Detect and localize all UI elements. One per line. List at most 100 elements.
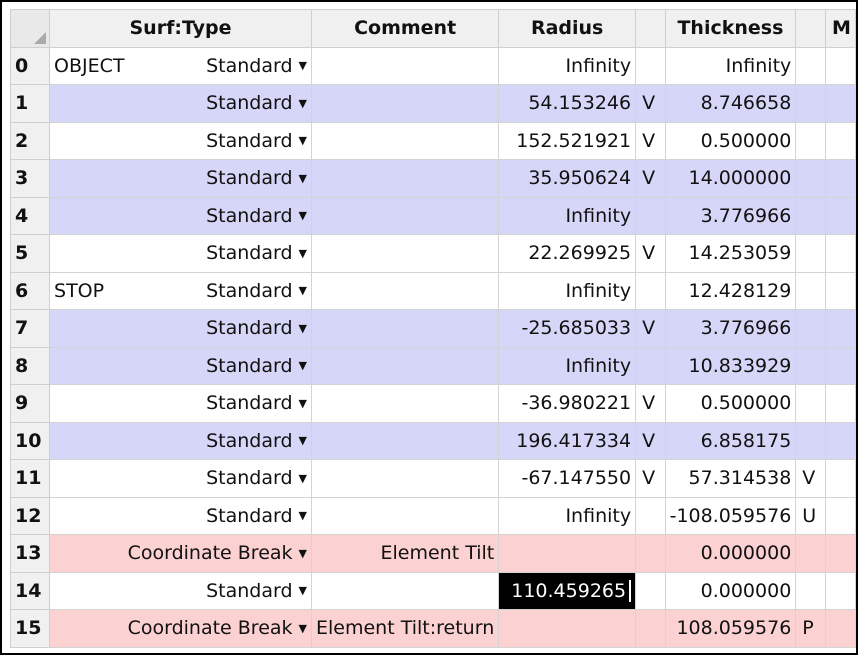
surface-type-cell[interactable]: Standard ▼	[49, 196, 313, 235]
thickness-solve-cell[interactable]	[795, 571, 826, 610]
thickness-solve-cell[interactable]	[795, 121, 826, 160]
next-column-cell[interactable]	[824, 534, 856, 573]
thickness-cell[interactable]: 3.776966	[664, 196, 797, 235]
row-number[interactable]: 7	[9, 309, 51, 348]
row-number[interactable]: 14	[9, 571, 51, 610]
comment-cell[interactable]	[311, 346, 500, 385]
radius-solve-cell[interactable]: V	[635, 421, 666, 460]
thickness-solve-cell[interactable]	[795, 309, 826, 348]
surface-row[interactable]: 9 Standard ▼ -36.980221 V 0.500000	[9, 384, 856, 423]
thickness-cell[interactable]: 57.314538	[664, 459, 797, 498]
dropdown-arrow-icon[interactable]: ▼	[299, 284, 307, 297]
surface-type-cell[interactable]: Coordinate Break ▼	[49, 534, 313, 573]
radius-solve-cell[interactable]	[635, 571, 666, 610]
comment-cell[interactable]: Element Tilt	[311, 534, 500, 573]
surface-row[interactable]: 7 Standard ▼ -25.685033 V 3.776966	[9, 309, 856, 348]
next-column-cell[interactable]	[824, 384, 856, 423]
radius-cell[interactable]: 196.417334	[498, 421, 637, 460]
radius-cell[interactable]: -67.147550	[498, 459, 637, 498]
surface-type-cell[interactable]: Standard ▼	[49, 571, 313, 610]
dropdown-arrow-icon[interactable]: ▼	[299, 622, 307, 635]
row-number[interactable]: 10	[9, 421, 51, 460]
row-number[interactable]: 8	[9, 346, 51, 385]
row-number[interactable]: 2	[9, 121, 51, 160]
surface-type-cell[interactable]: Standard ▼	[49, 159, 313, 198]
thickness-solve-cell[interactable]	[795, 46, 826, 85]
surface-type-cell[interactable]: Standard ▼	[49, 496, 313, 535]
radius-solve-cell[interactable]: V	[635, 384, 666, 423]
thickness-cell[interactable]: 10.833929	[664, 346, 797, 385]
radius-solve-cell[interactable]	[635, 496, 666, 535]
thickness-solve-cell[interactable]	[795, 271, 826, 310]
thickness-cell[interactable]: -108.059576	[664, 496, 797, 535]
row-number[interactable]: 13	[9, 534, 51, 573]
comment-cell[interactable]	[311, 84, 500, 123]
dropdown-arrow-icon[interactable]: ▼	[299, 584, 307, 597]
thickness-cell[interactable]: 3.776966	[664, 309, 797, 348]
radius-solve-cell[interactable]	[635, 609, 666, 648]
row-number[interactable]: 4	[9, 196, 51, 235]
surface-row[interactable]: 0 OBJECT Standard ▼ Infinity Infinity	[9, 46, 856, 85]
surface-type-cell[interactable]: Standard ▼	[49, 84, 313, 123]
surface-type-cell[interactable]: Standard ▼	[49, 346, 313, 385]
next-column-cell[interactable]	[824, 159, 856, 198]
dropdown-arrow-icon[interactable]: ▼	[299, 434, 307, 447]
radius-cell[interactable]: Infinity	[498, 196, 637, 235]
row-number[interactable]: 9	[9, 384, 51, 423]
thickness-cell[interactable]: 0.500000	[664, 384, 797, 423]
header-thickness-solve[interactable]	[795, 9, 826, 48]
radius-cell[interactable]: 54.153246	[498, 84, 637, 123]
radius-cell[interactable]: Infinity	[498, 346, 637, 385]
comment-cell[interactable]	[311, 121, 500, 160]
dropdown-arrow-icon[interactable]: ▼	[299, 509, 307, 522]
surface-type-cell[interactable]: Standard ▼	[49, 459, 313, 498]
radius-solve-cell[interactable]: V	[635, 309, 666, 348]
dropdown-arrow-icon[interactable]: ▼	[299, 172, 307, 185]
thickness-solve-cell[interactable]	[795, 346, 826, 385]
comment-cell[interactable]	[311, 421, 500, 460]
next-column-cell[interactable]	[824, 196, 856, 235]
surface-row[interactable]: 2 Standard ▼ 152.521921 V 0.500000	[9, 121, 856, 160]
surface-row[interactable]: 13 Coordinate Break ▼ Element Tilt 0.000000	[9, 534, 856, 573]
row-number[interactable]: 12	[9, 496, 51, 535]
thickness-cell[interactable]: 14.000000	[664, 159, 797, 198]
surface-type-cell[interactable]: Coordinate Break ▼	[49, 609, 313, 648]
thickness-cell[interactable]: 0.500000	[664, 121, 797, 160]
radius-cell[interactable]: Infinity	[498, 271, 637, 310]
next-column-cell[interactable]	[824, 346, 856, 385]
surface-type-cell[interactable]: Standard ▼	[49, 421, 313, 460]
radius-cell[interactable]	[498, 609, 637, 648]
radius-cell[interactable]: 35.950624	[498, 159, 637, 198]
radius-cell[interactable]: 22.269925	[498, 234, 637, 273]
dropdown-arrow-icon[interactable]: ▼	[299, 209, 307, 222]
comment-cell[interactable]	[311, 384, 500, 423]
next-column-cell[interactable]	[824, 459, 856, 498]
radius-cell[interactable]: Infinity	[498, 496, 637, 535]
surface-type-cell[interactable]: Standard ▼	[49, 309, 313, 348]
dropdown-arrow-icon[interactable]: ▼	[299, 59, 307, 72]
surface-type-cell[interactable]: Standard ▼	[49, 234, 313, 273]
dropdown-arrow-icon[interactable]: ▼	[299, 247, 307, 260]
surface-type-cell[interactable]: Standard ▼	[49, 121, 313, 160]
radius-solve-cell[interactable]: V	[635, 234, 666, 273]
thickness-solve-cell[interactable]	[795, 234, 826, 273]
comment-cell[interactable]	[311, 159, 500, 198]
surface-row[interactable]: 6 STOP Standard ▼ Infinity 12.428129	[9, 271, 856, 310]
radius-cell[interactable]: 152.521921	[498, 121, 637, 160]
dropdown-arrow-icon[interactable]: ▼	[299, 97, 307, 110]
radius-cell[interactable]	[498, 534, 637, 573]
dropdown-arrow-icon[interactable]: ▼	[299, 134, 307, 147]
surface-type-cell[interactable]: OBJECT Standard ▼	[49, 46, 313, 85]
next-column-cell[interactable]	[824, 121, 856, 160]
row-number[interactable]: 11	[9, 459, 51, 498]
dropdown-arrow-icon[interactable]: ▼	[299, 322, 307, 335]
radius-cell[interactable]: Infinity	[498, 46, 637, 85]
comment-cell[interactable]	[311, 271, 500, 310]
next-column-cell[interactable]	[824, 496, 856, 535]
thickness-solve-cell[interactable]	[795, 534, 826, 573]
thickness-cell[interactable]: 0.000000	[664, 534, 797, 573]
thickness-solve-cell[interactable]	[795, 159, 826, 198]
row-number[interactable]: 6	[9, 271, 51, 310]
surface-row[interactable]: 4 Standard ▼ Infinity 3.776966	[9, 196, 856, 235]
surface-type-cell[interactable]: STOP Standard ▼	[49, 271, 313, 310]
